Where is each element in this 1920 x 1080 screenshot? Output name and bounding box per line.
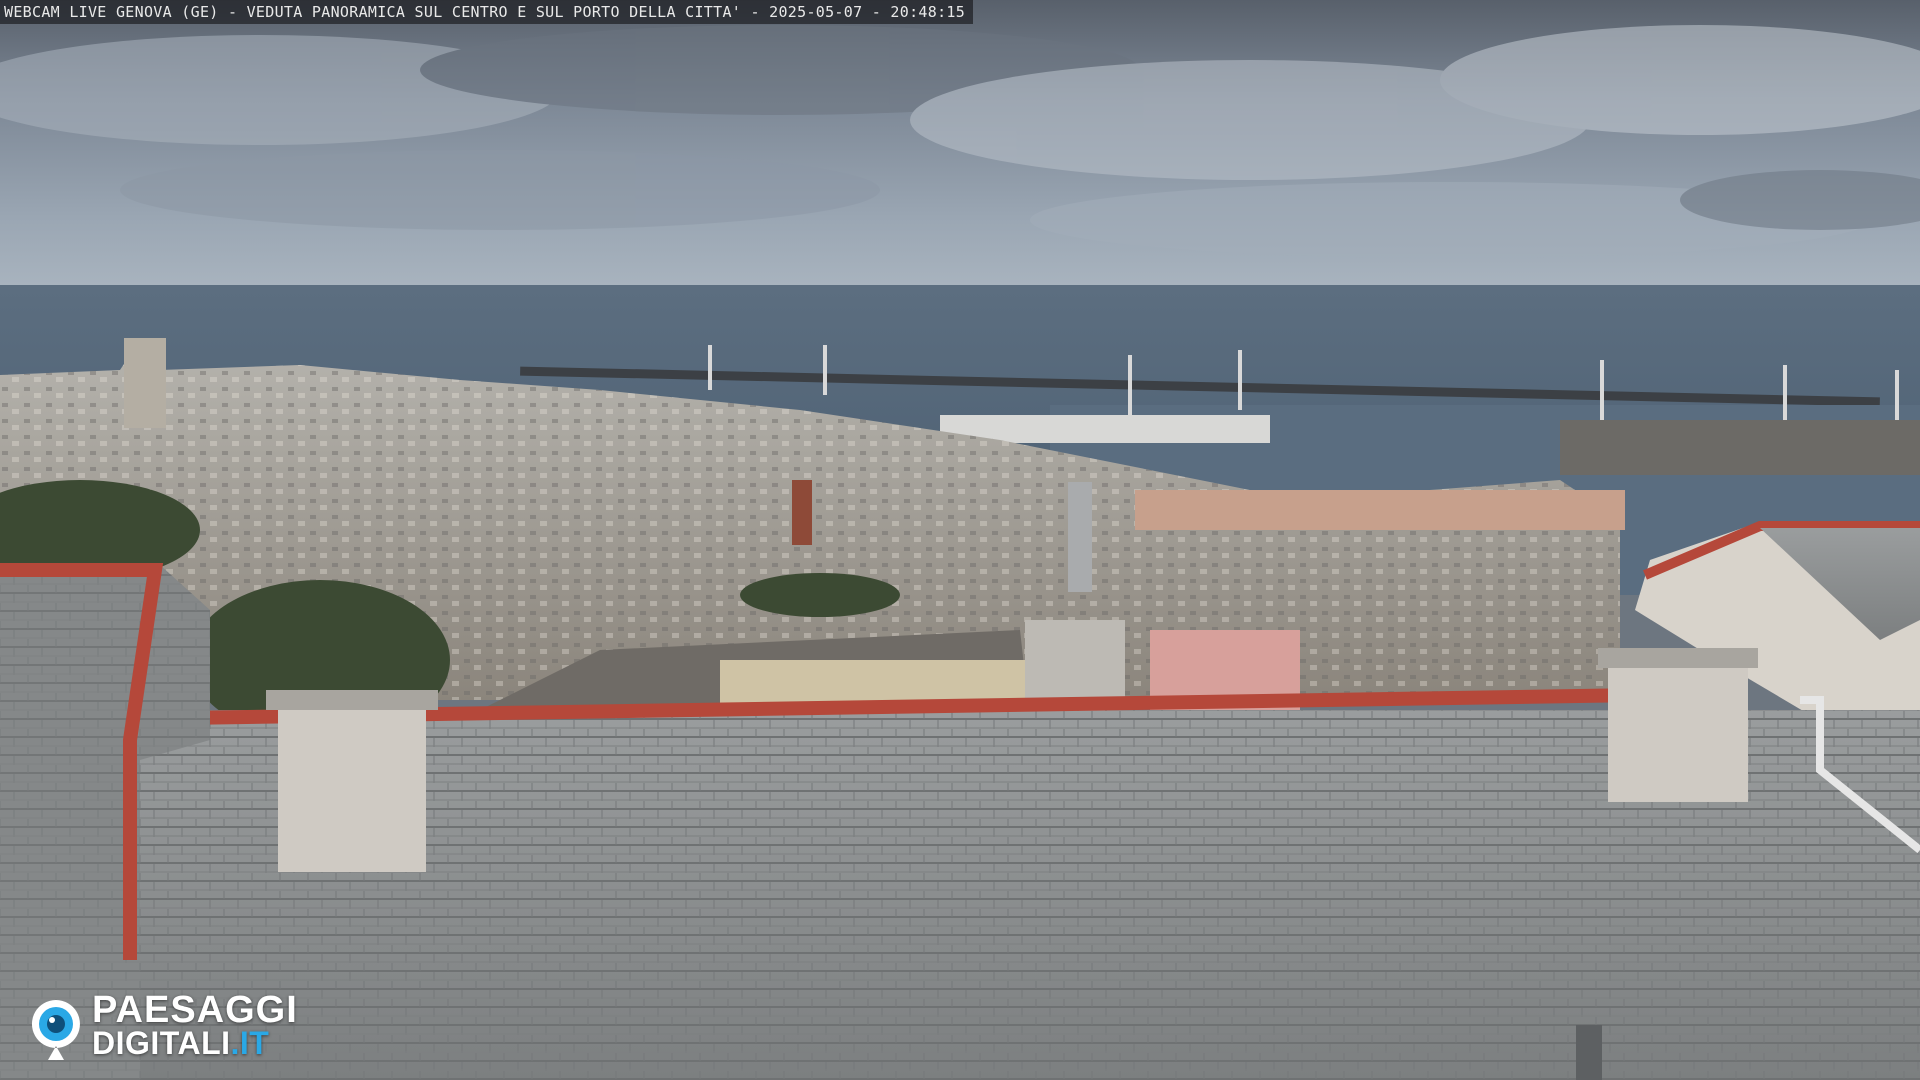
- logo-line-2-accent: .IT: [230, 1025, 270, 1061]
- tower-building: [124, 338, 166, 428]
- webcam-panorama: [0, 0, 1920, 1080]
- webcam-caption: WEBCAM LIVE GENOVA (GE) - VEDUTA PANORAM…: [0, 0, 974, 24]
- left-chimney: [278, 692, 426, 872]
- chimney-pipe: [1068, 482, 1092, 592]
- logo-line-1: PAESAGGI: [92, 989, 298, 1031]
- chimney-base: [1025, 620, 1125, 708]
- logo-line-2-main: DIGITALI: [92, 1025, 231, 1061]
- webcam-eye-icon: [31, 1000, 80, 1060]
- right-chimney: [1608, 652, 1748, 802]
- logo-text: PAESAGGI DIGITALI.IT: [92, 989, 298, 1060]
- red-brick-tower: [792, 480, 812, 545]
- waterfront-building: [1135, 490, 1625, 530]
- container-terminal: [1560, 420, 1920, 475]
- logo-line-2: DIGITALI.IT: [92, 1027, 298, 1060]
- roof-vent: [1576, 1025, 1602, 1080]
- paesaggi-digitali-logo: PAESAGGI DIGITALI.IT: [28, 989, 338, 1064]
